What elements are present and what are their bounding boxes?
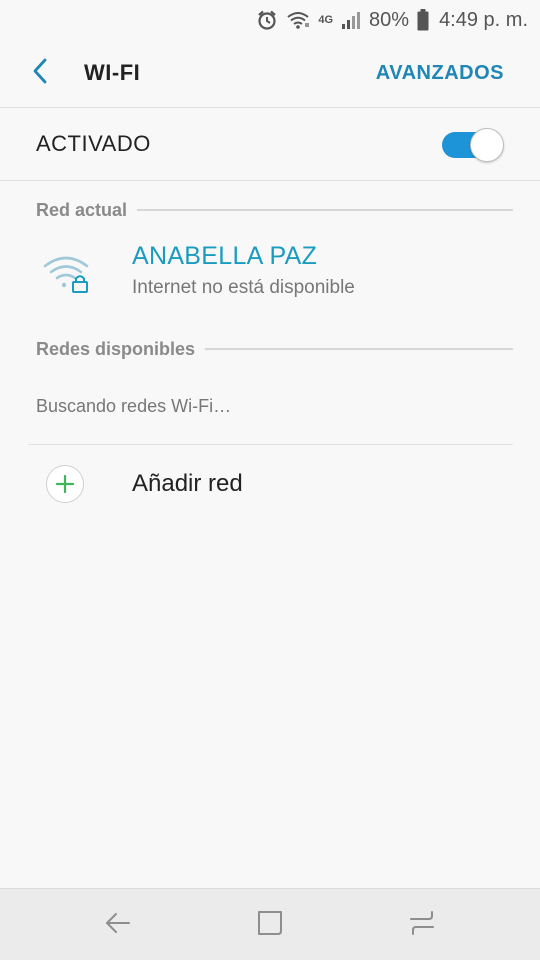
switch-thumb: [470, 128, 504, 162]
add-network-button[interactable]: Añadir red: [0, 446, 540, 522]
list-divider: [28, 444, 513, 445]
back-arrow-icon: [30, 57, 50, 90]
wifi-lock-icon: [42, 250, 92, 294]
network-status: Internet no está disponible: [132, 277, 355, 298]
battery-percent: 80%: [369, 8, 410, 31]
advanced-button[interactable]: AVANZADOS: [376, 40, 504, 106]
wifi-toggle-row[interactable]: ACTIVADO: [0, 108, 540, 180]
current-network-label: Red actual: [36, 199, 128, 220]
nav-recents-button[interactable]: [404, 907, 440, 943]
toggle-divider: [0, 180, 540, 181]
wifi-signal-icon: [286, 10, 310, 30]
app-header: WI-FI AVANZADOS: [0, 40, 540, 106]
nav-back-icon: [103, 908, 133, 943]
back-button[interactable]: [0, 40, 80, 106]
network-name: ANABELLA PAZ: [132, 242, 318, 270]
status-bar: 4G 80% 4:49 p. m.: [0, 0, 540, 40]
searching-text: Buscando redes Wi-Fi…: [36, 396, 232, 416]
section-line: [205, 348, 513, 350]
add-network-label: Añadir red: [132, 470, 243, 497]
alarm-icon: [256, 9, 278, 31]
nav-home-icon: [256, 909, 284, 942]
section-line: [137, 209, 513, 211]
plus-icon: [46, 465, 84, 503]
wifi-toggle-switch[interactable]: [442, 128, 504, 162]
current-network-header: Red actual: [36, 198, 513, 222]
navigation-bar: [0, 888, 540, 960]
available-networks-label: Redes disponibles: [36, 338, 196, 359]
network-type: 4G: [318, 13, 334, 26]
current-network-item[interactable]: ANABELLA PAZ Internet no está disponible: [0, 236, 540, 308]
nav-back-button[interactable]: [100, 907, 136, 943]
available-networks-header: Redes disponibles: [36, 337, 513, 361]
cell-signal-icon: [341, 10, 361, 30]
nav-recents-icon: [407, 908, 437, 943]
nav-home-button[interactable]: [252, 907, 288, 943]
page-title: WI-FI: [84, 60, 141, 85]
clock: 4:49 p. m.: [439, 8, 528, 31]
battery-icon: [417, 9, 429, 31]
wifi-toggle-label: ACTIVADO: [36, 131, 151, 156]
